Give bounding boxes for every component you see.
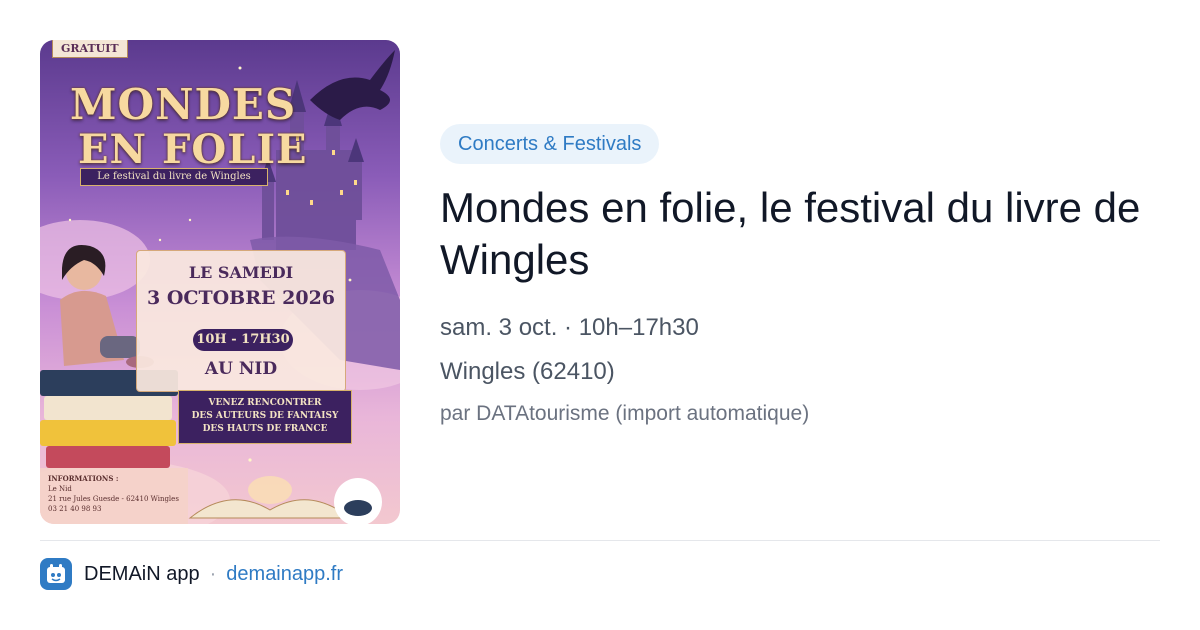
- poster-info-phone: 03 21 40 98 93: [48, 505, 102, 513]
- poster-subtitle: Le festival du livre de Wingles: [80, 168, 268, 186]
- poster-title-line2: EN FOLIE: [78, 126, 308, 173]
- poster-meet-line3: DES HAUTS DE FRANCE: [202, 424, 328, 434]
- footer: DEMAiN app · demainapp.fr: [40, 558, 343, 590]
- poster-venue: AU NID: [204, 359, 278, 379]
- footer-separator: ·: [209, 562, 217, 585]
- poster-info-title: INFORMATIONS :: [48, 474, 119, 483]
- event-location: Wingles (62410): [440, 358, 615, 385]
- event-title[interactable]: Mondes en folie, le festival du livre de…: [440, 182, 1160, 286]
- app-logo-icon: [40, 558, 72, 590]
- poster-title-line1: MONDES: [70, 80, 297, 129]
- footer-divider: [40, 540, 1160, 541]
- poster-date-line1: LE SAMEDI: [188, 263, 294, 282]
- poster-info-address: 21 rue Jules Guesde - 62410 Wingles: [48, 495, 179, 503]
- poster-meet-band: VENEZ RENCONTRER DES AUTEURS DE FANTAISY…: [178, 390, 352, 444]
- poster-meet-line1: VENEZ RENCONTRER: [208, 398, 322, 408]
- poster-date-line2: 3 OCTOBRE 2026: [146, 287, 336, 309]
- event-source: par DATAtourisme (import automatique): [440, 402, 810, 425]
- poster-hours: 10H - 17H30: [193, 329, 293, 351]
- poster-free-badge: GRATUIT: [52, 40, 128, 58]
- poster-meet-line2: DES AUTEURS DE FANTAISY: [191, 411, 339, 421]
- event-poster[interactable]: GRATUIT MONDES EN FOLIE Le festival du l…: [40, 40, 400, 524]
- event-datetime: sam. 3 oct. · 10h–17h30: [440, 314, 699, 341]
- event-share-card: GRATUIT MONDES EN FOLIE Le festival du l…: [0, 0, 1200, 630]
- poster-date-box: LE SAMEDI 3 OCTOBRE 2026 10H - 17H30 AU …: [136, 250, 346, 392]
- app-website-link[interactable]: demainapp.fr: [226, 563, 343, 586]
- app-name: DEMAiN app: [84, 562, 200, 585]
- category-badge[interactable]: Concerts & Festivals: [440, 124, 660, 164]
- poster-info-box: INFORMATIONS : Le Nid 21 rue Jules Guesd…: [40, 468, 188, 524]
- poster-info-place: Le Nid: [48, 485, 72, 493]
